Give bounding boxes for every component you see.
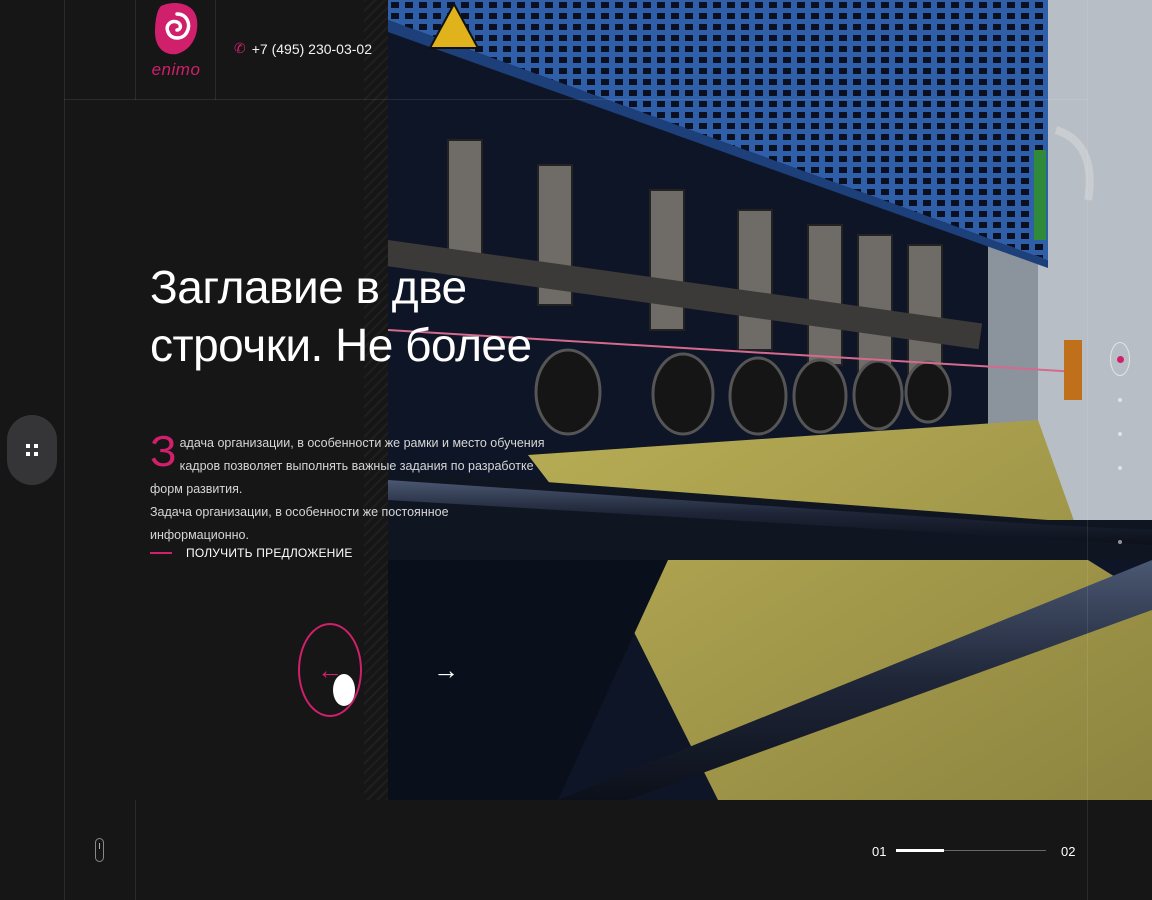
get-offer-button[interactable]: ПОЛУЧИТЬ ПРЕДЛОЖЕНИЕ bbox=[150, 546, 353, 560]
arrow-right-icon: → bbox=[433, 654, 459, 685]
grid-line bbox=[135, 800, 136, 900]
phone-link[interactable]: ✆ +7 (495) 230-03-02 bbox=[234, 40, 372, 57]
slider-next-button[interactable]: → bbox=[430, 652, 462, 688]
side-pager-dot[interactable] bbox=[1118, 398, 1122, 402]
logo-wordmark: enimo bbox=[151, 60, 201, 79]
cursor-indicator bbox=[333, 674, 355, 706]
description-paragraph-1: адача организации, в особенности же рамк… bbox=[150, 436, 545, 496]
slide-total-number: 02 bbox=[1061, 844, 1076, 859]
phone-number: +7 (495) 230-03-02 bbox=[251, 40, 372, 57]
hero-title-line-1: Заглавие в две bbox=[150, 261, 467, 313]
slide-current-number: 01 bbox=[872, 844, 887, 859]
grid-line bbox=[1087, 0, 1088, 900]
grid-dots-icon bbox=[26, 444, 38, 456]
cta-accent-line bbox=[150, 552, 172, 554]
scroll-mouse-icon bbox=[95, 838, 104, 862]
grid-line bbox=[1087, 800, 1088, 900]
hero-image bbox=[388, 0, 1152, 800]
side-pager-dot[interactable] bbox=[1118, 466, 1122, 470]
grid-line bbox=[64, 800, 65, 900]
cta-label: ПОЛУЧИТЬ ПРЕДЛОЖЕНИЕ bbox=[186, 546, 353, 560]
slider-prev-button[interactable]: ← bbox=[298, 623, 362, 717]
grid-line bbox=[64, 99, 1088, 100]
phone-icon: ✆ bbox=[234, 40, 246, 56]
hero-title-line-2: строчки. Не более bbox=[150, 319, 532, 371]
active-dot-icon bbox=[1116, 355, 1124, 363]
description-paragraph-2: Задача организации, в особенности же пос… bbox=[150, 505, 449, 542]
side-pager-dot[interactable] bbox=[1118, 540, 1122, 544]
hero-description: З адача организации, в особенности же ра… bbox=[150, 427, 550, 547]
slide-progress-fill bbox=[896, 849, 944, 852]
dropcap-letter: З bbox=[150, 427, 177, 476]
side-pager-dot[interactable] bbox=[1118, 432, 1122, 436]
hero-title: Заглавие в две строчки. Не более bbox=[150, 258, 570, 374]
spiral-logo-icon bbox=[155, 2, 198, 55]
side-pager-dot-active[interactable] bbox=[1110, 342, 1130, 376]
menu-button[interactable] bbox=[7, 415, 57, 485]
logo[interactable]: enimo bbox=[136, 0, 216, 100]
grid-line bbox=[64, 0, 65, 900]
decorative-stripes bbox=[364, 0, 388, 800]
